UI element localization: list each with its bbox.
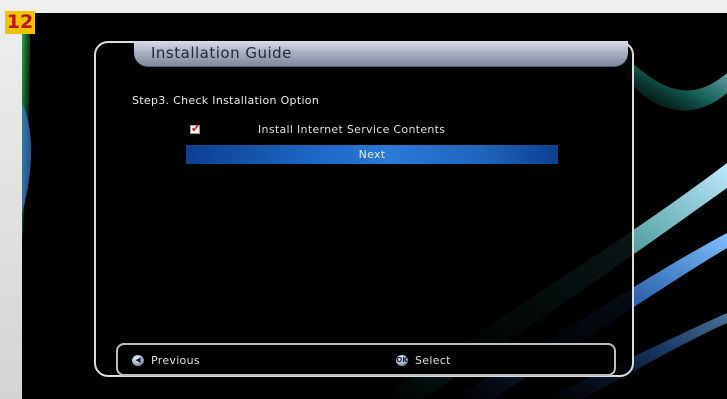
checkmark-icon: ✔: [191, 122, 201, 135]
select-label: Select: [415, 354, 451, 367]
step-number-badge: 12: [5, 11, 35, 34]
remote-hint-bar: ◀ Previous OK Select: [116, 343, 616, 376]
tv-screen: Installation Guide Step3. Check Installa…: [22, 13, 727, 399]
step-heading: Step3. Check Installation Option: [132, 94, 320, 107]
dialog-title: Installation Guide: [151, 44, 292, 62]
select-hint[interactable]: OK Select: [396, 354, 516, 368]
ok-remote-icon: OK: [396, 355, 408, 366]
option-checkbox[interactable]: ✔: [190, 122, 201, 135]
install-internet-service-option[interactable]: ✔ Install Internet Service Contents: [190, 122, 570, 137]
dialog-title-bar: Installation Guide: [134, 41, 628, 67]
left-arrow-remote-icon: ◀: [132, 355, 144, 366]
option-label: Install Internet Service Contents: [258, 123, 446, 136]
next-button[interactable]: Next: [186, 145, 558, 164]
previous-label: Previous: [151, 354, 200, 367]
installation-guide-dialog: Installation Guide Step3. Check Installa…: [94, 41, 634, 377]
previous-hint[interactable]: ◀ Previous: [132, 354, 252, 368]
